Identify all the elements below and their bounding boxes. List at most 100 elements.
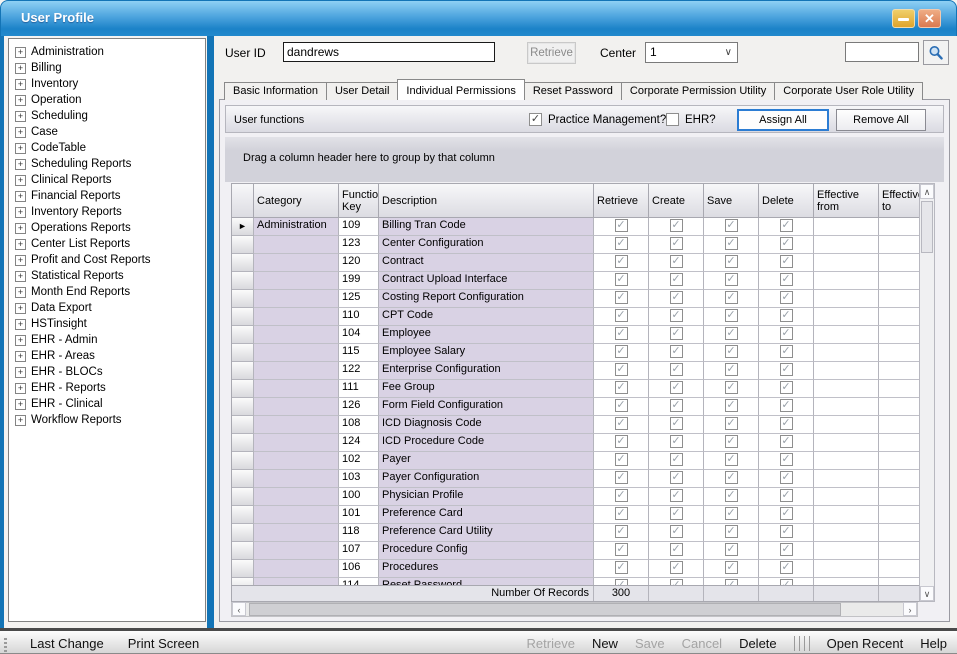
delete-checkbox[interactable]: ✓: [780, 219, 793, 232]
retrieve-checkbox[interactable]: ✓: [615, 345, 628, 358]
function-key-cell[interactable]: 101: [339, 506, 379, 524]
create-checkbox[interactable]: ✓: [670, 543, 683, 556]
delete-checkbox[interactable]: ✓: [780, 435, 793, 448]
sidebar-item-ehr-reports[interactable]: +EHR - Reports: [15, 380, 203, 396]
effective-to-cell[interactable]: [879, 452, 920, 470]
statusbar-grip[interactable]: [4, 636, 7, 652]
row-selector[interactable]: [232, 578, 254, 585]
category-cell[interactable]: [254, 380, 339, 398]
expand-icon[interactable]: +: [15, 207, 26, 218]
sidebar-item-statistical-reports[interactable]: +Statistical Reports: [15, 268, 203, 284]
row-selector[interactable]: [232, 272, 254, 290]
effective-to-cell[interactable]: [879, 470, 920, 488]
description-cell[interactable]: Employee Salary: [379, 344, 594, 362]
column-header-retrieve[interactable]: Retrieve: [594, 183, 649, 218]
effective-from-cell[interactable]: [814, 326, 879, 344]
vertical-scroll-thumb[interactable]: [921, 201, 933, 253]
effective-from-cell[interactable]: [814, 542, 879, 560]
function-key-cell[interactable]: 108: [339, 416, 379, 434]
description-cell[interactable]: Preference Card: [379, 506, 594, 524]
retrieve-checkbox[interactable]: ✓: [615, 381, 628, 394]
delete-checkbox[interactable]: ✓: [780, 381, 793, 394]
column-header-save[interactable]: Save: [704, 183, 759, 218]
sidebar-item-inventory[interactable]: +Inventory: [15, 76, 203, 92]
delete-checkbox[interactable]: ✓: [780, 489, 793, 502]
statusbar-open-recent-item[interactable]: Open Recent: [827, 636, 904, 651]
retrieve-checkbox[interactable]: ✓: [615, 435, 628, 448]
function-key-cell[interactable]: 110: [339, 308, 379, 326]
function-key-cell[interactable]: 109: [339, 218, 379, 236]
function-key-cell[interactable]: 118: [339, 524, 379, 542]
effective-from-cell[interactable]: [814, 308, 879, 326]
effective-to-cell[interactable]: [879, 290, 920, 308]
retrieve-checkbox[interactable]: ✓: [615, 471, 628, 484]
vertical-scrollbar[interactable]: ∧ ∨: [919, 183, 935, 602]
retrieve-checkbox[interactable]: ✓: [615, 327, 628, 340]
retrieve-checkbox[interactable]: ✓: [615, 543, 628, 556]
effective-to-cell[interactable]: [879, 362, 920, 380]
create-checkbox[interactable]: ✓: [670, 561, 683, 574]
sidebar-item-scheduling[interactable]: +Scheduling: [15, 108, 203, 124]
description-cell[interactable]: Procedure Config: [379, 542, 594, 560]
effective-from-cell[interactable]: [814, 524, 879, 542]
center-select[interactable]: 1 ∨: [645, 42, 738, 63]
sidebar-item-financial-reports[interactable]: +Financial Reports: [15, 188, 203, 204]
create-checkbox[interactable]: ✓: [670, 525, 683, 538]
save-checkbox[interactable]: ✓: [725, 273, 738, 286]
save-checkbox[interactable]: ✓: [725, 237, 738, 250]
delete-checkbox[interactable]: ✓: [780, 309, 793, 322]
description-cell[interactable]: Form Field Configuration: [379, 398, 594, 416]
category-cell[interactable]: [254, 434, 339, 452]
row-selector[interactable]: [232, 416, 254, 434]
expand-icon[interactable]: +: [15, 111, 26, 122]
category-cell[interactable]: [254, 506, 339, 524]
expand-icon[interactable]: +: [15, 335, 26, 346]
function-key-cell[interactable]: 107: [339, 542, 379, 560]
horizontal-scroll-thumb[interactable]: [249, 603, 841, 616]
column-header-effective-to[interactable]: Effective to: [879, 183, 920, 218]
save-checkbox[interactable]: ✓: [725, 327, 738, 340]
delete-checkbox[interactable]: ✓: [780, 237, 793, 250]
retrieve-checkbox[interactable]: ✓: [615, 417, 628, 430]
delete-checkbox[interactable]: ✓: [780, 543, 793, 556]
retrieve-button[interactable]: Retrieve: [527, 42, 576, 64]
create-checkbox[interactable]: ✓: [670, 507, 683, 520]
tab-basic-information[interactable]: Basic Information: [224, 82, 327, 100]
effective-from-cell[interactable]: [814, 344, 879, 362]
sidebar-item-profit-and-cost-reports[interactable]: +Profit and Cost Reports: [15, 252, 203, 268]
description-cell[interactable]: Payer: [379, 452, 594, 470]
description-cell[interactable]: ICD Diagnosis Code: [379, 416, 594, 434]
row-selector[interactable]: [232, 290, 254, 308]
description-cell[interactable]: ICD Procedure Code: [379, 434, 594, 452]
description-cell[interactable]: Costing Report Configuration: [379, 290, 594, 308]
row-selector[interactable]: [232, 560, 254, 578]
save-checkbox[interactable]: ✓: [725, 507, 738, 520]
function-key-cell[interactable]: 126: [339, 398, 379, 416]
create-checkbox[interactable]: ✓: [670, 219, 683, 232]
delete-checkbox[interactable]: ✓: [780, 579, 793, 585]
retrieve-checkbox[interactable]: ✓: [615, 561, 628, 574]
create-checkbox[interactable]: ✓: [670, 489, 683, 502]
sidebar-item-codetable[interactable]: +CodeTable: [15, 140, 203, 156]
tab-reset-password[interactable]: Reset Password: [524, 82, 622, 100]
delete-checkbox[interactable]: ✓: [780, 363, 793, 376]
expand-icon[interactable]: +: [15, 399, 26, 410]
save-checkbox[interactable]: ✓: [725, 219, 738, 232]
search-button[interactable]: [923, 40, 949, 65]
description-cell[interactable]: Preference Card Utility: [379, 524, 594, 542]
effective-from-cell[interactable]: [814, 452, 879, 470]
retrieve-checkbox[interactable]: ✓: [615, 273, 628, 286]
effective-to-cell[interactable]: [879, 542, 920, 560]
effective-from-cell[interactable]: [814, 416, 879, 434]
function-key-cell[interactable]: 125: [339, 290, 379, 308]
category-cell[interactable]: [254, 290, 339, 308]
sidebar-item-scheduling-reports[interactable]: +Scheduling Reports: [15, 156, 203, 172]
description-cell[interactable]: Payer Configuration: [379, 470, 594, 488]
description-cell[interactable]: Reset Password: [379, 578, 594, 585]
retrieve-checkbox[interactable]: ✓: [615, 237, 628, 250]
expand-icon[interactable]: +: [15, 79, 26, 90]
save-checkbox[interactable]: ✓: [725, 471, 738, 484]
save-checkbox[interactable]: ✓: [725, 255, 738, 268]
retrieve-checkbox[interactable]: ✓: [615, 507, 628, 520]
sidebar-item-administration[interactable]: +Administration: [15, 44, 203, 60]
